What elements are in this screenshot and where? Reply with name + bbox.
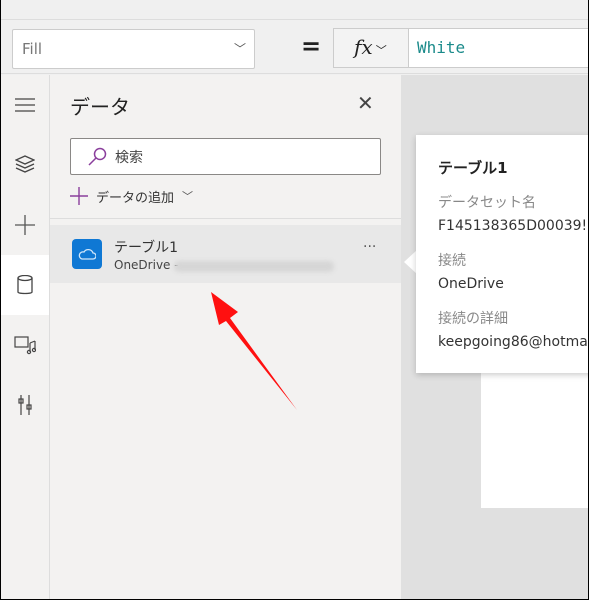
app-window: Fill ﹀ = fx ﹀ White データ ✕ 検索 データの追加 ﹀ テーブル1… — [1, 0, 588, 599]
annotation-arrow — [211, 292, 297, 410]
